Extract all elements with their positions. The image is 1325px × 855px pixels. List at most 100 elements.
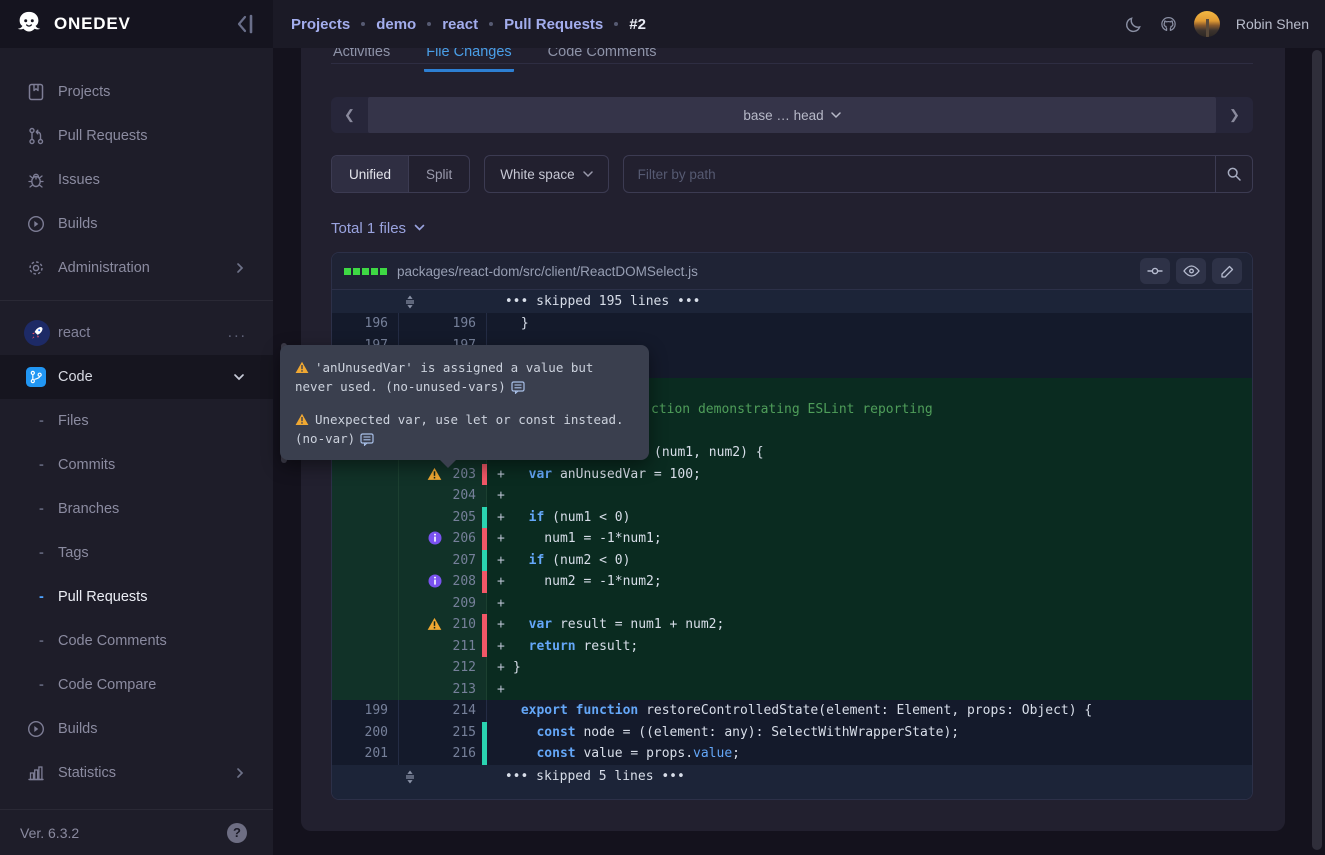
user-name[interactable]: Robin Shen: [1236, 16, 1309, 32]
sidebar-item-issues[interactable]: Issues: [0, 158, 273, 202]
lint-info-icon[interactable]: [427, 531, 442, 546]
prev-commit-icon[interactable]: ❮: [331, 107, 368, 123]
new-line-number[interactable]: 214: [399, 700, 487, 722]
comment-range-bar-teal[interactable]: [482, 743, 487, 765]
view-file-button[interactable]: [1176, 258, 1206, 284]
new-line-number[interactable]: 196: [399, 313, 487, 335]
old-line-number[interactable]: 200: [332, 722, 399, 744]
code-line: + return result;: [487, 636, 1252, 658]
new-line-number[interactable]: 206: [399, 528, 487, 550]
new-line-number[interactable]: 215: [399, 722, 487, 744]
whitespace-dropdown[interactable]: White space: [484, 155, 608, 193]
new-line-number[interactable]: 210: [399, 614, 487, 636]
comment-range-bar-red[interactable]: [482, 571, 487, 593]
sidebar-item-builds[interactable]: Builds: [0, 202, 273, 246]
unified-button[interactable]: Unified: [332, 156, 408, 192]
breadcrumb-demo[interactable]: demo: [376, 16, 416, 33]
help-icon[interactable]: ?: [227, 823, 247, 843]
comment-bubble-icon[interactable]: [360, 433, 374, 446]
old-line-number[interactable]: [332, 485, 399, 507]
comment-range-bar-teal[interactable]: [482, 722, 487, 744]
sidebar-item-statistics[interactable]: Statistics: [0, 751, 273, 795]
new-line-number[interactable]: 216: [399, 743, 487, 765]
old-line-gutter: [332, 290, 399, 313]
new-line-number[interactable]: 211: [399, 636, 487, 658]
edit-file-button[interactable]: [1212, 258, 1242, 284]
file-path[interactable]: packages/react-dom/src/client/ReactDOMSe…: [397, 264, 698, 279]
code-token: [568, 703, 576, 718]
comment-range-bar-teal[interactable]: [482, 550, 487, 572]
lint-info-icon[interactable]: [427, 574, 442, 589]
comment-range-bar-teal[interactable]: [482, 507, 487, 529]
new-line-number[interactable]: 209: [399, 593, 487, 615]
sidebar-project-react[interactable]: react ...: [0, 311, 273, 355]
old-line-number[interactable]: [332, 679, 399, 701]
old-line-number[interactable]: [332, 464, 399, 486]
sidebar-item-code-comments[interactable]: -Code Comments: [0, 619, 273, 663]
new-line-number[interactable]: 204: [399, 485, 487, 507]
next-commit-icon[interactable]: ❯: [1216, 107, 1253, 123]
sidebar-item-commits[interactable]: -Commits: [0, 443, 273, 487]
lint-warning-icon[interactable]: [427, 617, 442, 632]
tab-activities[interactable]: Activities: [331, 48, 392, 72]
split-button[interactable]: Split: [408, 156, 469, 192]
app-window: ONEDEV Projects demo react Pull Requests…: [0, 0, 1325, 855]
sidebar-item-project-builds[interactable]: Builds: [0, 707, 273, 751]
comment-range-bar-red[interactable]: [482, 528, 487, 550]
sidebar-item-code[interactable]: Code: [0, 355, 273, 399]
breadcrumb-react[interactable]: react: [442, 16, 478, 33]
new-line-number[interactable]: 212: [399, 657, 487, 679]
diffstat-block: [362, 268, 369, 275]
breadcrumb-pull-requests[interactable]: Pull Requests: [504, 16, 603, 33]
page-scrollbar[interactable]: [1312, 50, 1322, 850]
more-options-icon[interactable]: ...: [228, 324, 247, 342]
comment-range-bar-red[interactable]: [482, 464, 487, 486]
old-line-number[interactable]: [332, 593, 399, 615]
code-token: [513, 703, 521, 718]
old-line-number[interactable]: [332, 614, 399, 636]
diff-sign: [497, 743, 513, 765]
revision-range-button[interactable]: base … head: [368, 97, 1216, 133]
code-token: ;: [732, 746, 740, 761]
old-line-number[interactable]: [332, 507, 399, 529]
tab-file-changes[interactable]: File Changes: [424, 48, 513, 72]
commit-button[interactable]: [1140, 258, 1170, 284]
collapse-sidebar-icon[interactable]: [235, 12, 257, 36]
topbar-actions: Robin Shen: [1124, 0, 1309, 48]
sidebar-item-branches[interactable]: -Branches: [0, 487, 273, 531]
code-token: [513, 746, 536, 761]
old-line-number[interactable]: 201: [332, 743, 399, 765]
moon-icon[interactable]: [1124, 15, 1143, 34]
comment-range-bar-red[interactable]: [482, 636, 487, 658]
old-line-number[interactable]: 199: [332, 700, 399, 722]
expand-lines-icon[interactable]: [404, 769, 416, 792]
new-line-number[interactable]: 213: [399, 679, 487, 701]
breadcrumb-projects[interactable]: Projects: [291, 16, 350, 33]
sidebar-item-projects[interactable]: Projects: [0, 70, 273, 114]
new-line-number[interactable]: 207: [399, 550, 487, 572]
pencil-icon: [1221, 265, 1234, 278]
sidebar-item-pull-requests[interactable]: Pull Requests: [0, 114, 273, 158]
old-line-number[interactable]: [332, 636, 399, 658]
new-line-number[interactable]: 208: [399, 571, 487, 593]
lint-warning-icon[interactable]: [427, 467, 442, 482]
sidebar-item-pull-requests-sub[interactable]: -Pull Requests: [0, 575, 273, 619]
search-button[interactable]: [1215, 156, 1252, 192]
sidebar-item-files[interactable]: -Files: [0, 399, 273, 443]
old-line-number[interactable]: [332, 550, 399, 572]
old-line-number[interactable]: [332, 571, 399, 593]
tab-code-comments[interactable]: Code Comments: [546, 48, 659, 72]
old-line-number[interactable]: 196: [332, 313, 399, 335]
comment-range-bar-red[interactable]: [482, 614, 487, 636]
sidebar-item-code-compare[interactable]: -Code Compare: [0, 663, 273, 707]
sidebar-item-tags[interactable]: -Tags: [0, 531, 273, 575]
comment-bubble-icon[interactable]: [511, 381, 525, 394]
avatar[interactable]: [1194, 11, 1220, 37]
filter-by-path-input[interactable]: [624, 156, 1215, 192]
new-line-number[interactable]: 205: [399, 507, 487, 529]
old-line-number[interactable]: [332, 528, 399, 550]
github-icon[interactable]: [1159, 15, 1178, 34]
old-line-number[interactable]: [332, 657, 399, 679]
sidebar-item-administration[interactable]: Administration: [0, 246, 273, 290]
total-files-toggle[interactable]: Total 1 files: [331, 213, 1253, 243]
